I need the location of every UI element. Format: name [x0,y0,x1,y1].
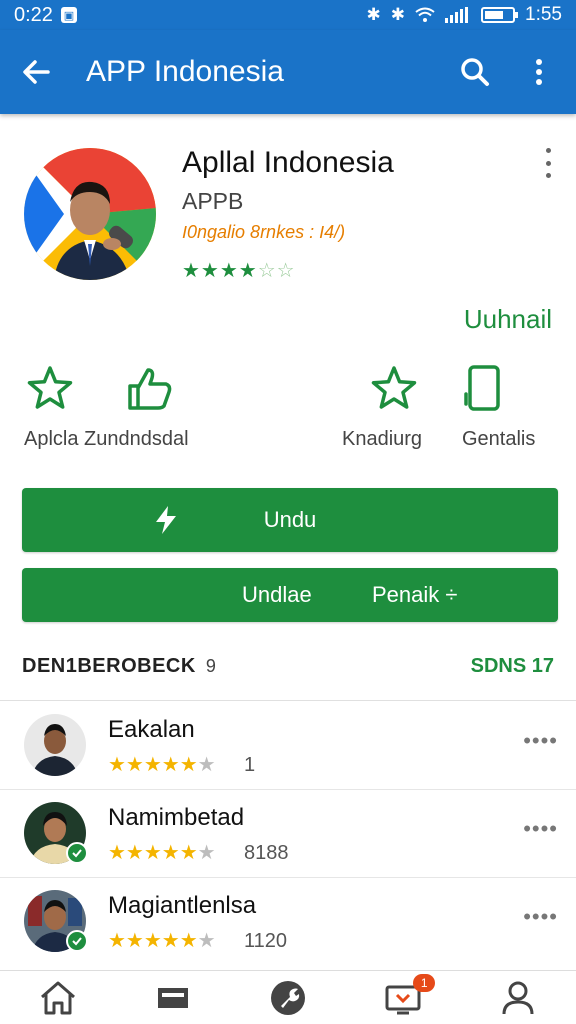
search-button[interactable] [458,55,492,89]
review-item[interactable]: Eakalan ★★★★★★ 1 •••• [0,702,576,790]
reviewer-name: Magiantlenlsa [108,892,257,919]
wifi-icon [415,7,435,22]
star-outline-icon [24,362,76,414]
quick-action-label: Aplcla Zundndsdal [24,428,189,450]
reviews-count-link[interactable]: SDNS 17 [471,655,554,678]
bluetooth-icon: ✱ [366,5,381,24]
quick-action-device[interactable]: Gentalis [462,362,535,451]
more-vert-icon [536,59,542,85]
star-outline-icon [368,362,420,414]
app-overflow-button[interactable] [538,148,558,178]
review-stars: ★★★★★★ [108,754,216,776]
reviewer-name: Eakalan [108,716,195,743]
uninstall-link[interactable]: Uuhnail [464,304,552,335]
status-bar: 0:22 ▣ ✱ ✱ 1:55 [0,0,576,30]
install-button[interactable]: Undu [22,488,558,552]
secondary-left-label: Undlae [242,582,312,607]
library-icon [157,987,188,1008]
reviews-section-header: DEN1BEROBECK 9 SDNS 17 [0,648,576,684]
nav-tools[interactable] [262,976,314,1020]
lightning-icon [156,506,176,534]
review-count: 8188 [244,842,289,864]
phone-outline-icon [458,362,510,414]
quick-action-label: Gentalis [462,428,536,450]
app-bar: APP Indonesia [0,30,576,114]
status-time-group: 0:22 ▣ [14,4,77,27]
secondary-action-button[interactable]: Undlae Penaik ÷ [22,568,558,622]
review-item[interactable]: Namimbetad ★★★★★★ 8188 •••• [0,790,576,878]
review-count: 1 [244,754,256,776]
install-button-label: Undu [263,507,317,532]
review-stars: ★★★★★★ [108,930,216,952]
quick-action-like[interactable] [124,362,176,414]
notification-badge: 1 [413,973,436,992]
search-icon [461,58,489,86]
nav-account[interactable] [492,976,544,1020]
review-more-button[interactable]: •••• [523,904,558,930]
signal-icon [445,7,469,23]
quick-action-rate[interactable]: Knadiurg [342,362,422,451]
nav-updates[interactable]: 1 [377,973,436,1020]
review-stars: ★★★★★★ [108,842,216,864]
review-more-button[interactable]: •••• [523,816,558,842]
developer-name[interactable]: APPB [182,188,243,215]
avatar [24,714,86,776]
bluetooth-alt-icon: ✱ [390,5,406,24]
review-count: 1120 [244,930,288,952]
nav-library[interactable] [147,976,199,1020]
thumbs-up-outline-icon [124,362,176,414]
status-clock: 1:55 [525,4,562,25]
reviews-section-label: DEN1BEROBECK [22,654,196,677]
verified-check-icon [66,930,88,952]
status-right: ✱ ✱ 1:55 [367,4,562,26]
review-more-button[interactable]: •••• [523,728,558,754]
quick-actions: Aplcla Zundndsdal Knadiurg Gentalis [0,362,576,472]
app-bar-actions [458,55,556,89]
app-bar-title: APP Indonesia [86,55,284,88]
back-button[interactable] [20,52,60,92]
review-item[interactable]: Magiantlenlsa ★★★★★★ 1120 •••• [0,878,576,966]
reviews-section-badge: 9 [205,655,216,676]
more-options-button[interactable] [522,55,556,89]
arrow-back-icon [23,60,50,84]
battery-icon [481,7,519,23]
app-rating-stars: ★★★★☆☆ [182,260,296,282]
home-icon [40,981,75,1014]
notification-icon: ▣ [60,7,77,23]
divider [0,700,576,701]
verified-check-icon [66,842,88,864]
app-name: Apllal Indonesia [182,146,394,179]
app-icon-image [24,148,156,280]
quick-action-label: Knadiurg [342,428,423,450]
wrench-icon [270,980,305,1015]
app-icon [24,148,156,280]
nav-home[interactable] [32,976,84,1020]
secondary-right-label: Penaik ÷ [372,582,458,607]
reviewer-name: Namimbetad [108,804,245,831]
person-icon [502,981,534,1014]
app-tagline: Ι0ngalio 8rnkes : Ι4/) [182,222,346,242]
bottom-nav: 1 [0,970,576,1024]
status-time: 0:22 [14,3,53,26]
